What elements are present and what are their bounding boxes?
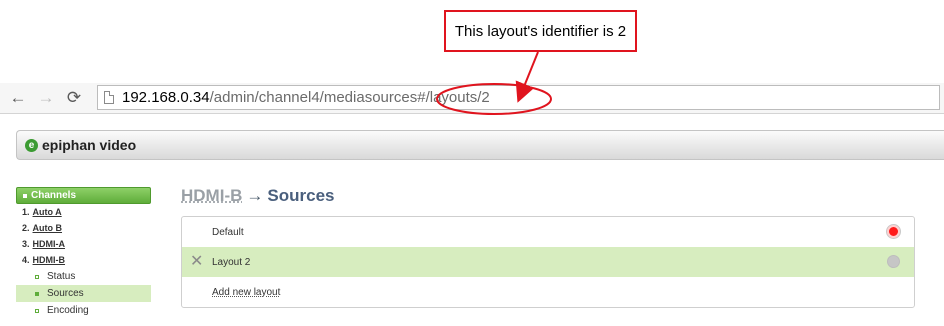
page-title: HDMI-B → Sources: [181, 186, 334, 206]
add-new-layout-link[interactable]: Add new layout: [212, 287, 280, 298]
breadcrumb-channel[interactable]: HDMI-B: [181, 186, 242, 205]
back-arrow-icon[interactable]: ←: [6, 86, 30, 110]
active-status-dot-icon[interactable]: [887, 225, 900, 238]
annotation-callout: This layout's identifier is 2: [444, 10, 637, 52]
layout-row-default[interactable]: Default: [182, 217, 914, 247]
sidebar: Channels 1. Auto A 2. Auto B 3. HDMI-A 4…: [16, 187, 151, 319]
sidebar-item-channel[interactable]: 3. HDMI-A: [16, 236, 151, 252]
url-path-start: /admin/channel4/mediasources#: [209, 89, 426, 106]
layout-label: Layout 2: [212, 256, 251, 268]
subitem-label: Encoding: [47, 305, 89, 316]
browser-toolbar: ← → ⟳ 192.168.0.34 /admin/channel4/media…: [0, 83, 944, 114]
channel-number: 2.: [22, 223, 30, 233]
page-content: e epiphan video Channels 1. Auto A 2. Au…: [0, 114, 944, 326]
sidebar-subitem-sources[interactable]: Sources: [16, 285, 151, 302]
channel-link[interactable]: Auto B: [33, 223, 63, 233]
address-bar[interactable]: 192.168.0.34 /admin/channel4/mediasource…: [97, 85, 940, 110]
sidebar-item-channel[interactable]: 1. Auto A: [16, 204, 151, 220]
subitem-label: Sources: [47, 288, 84, 299]
epiphan-logo-icon: e: [25, 138, 38, 152]
square-bullet-icon: [35, 308, 39, 313]
sidebar-item-channel[interactable]: 2. Auto B: [16, 220, 151, 236]
layout-label: Default: [212, 226, 244, 238]
channel-link[interactable]: HDMI-A: [33, 239, 66, 249]
sidebar-header-channels[interactable]: Channels: [16, 187, 151, 204]
delete-x-icon[interactable]: ✕: [190, 254, 203, 270]
bullet-icon: [23, 193, 27, 198]
square-bullet-icon: [35, 274, 39, 279]
layout-list: Default ✕ Layout 2 Add new layout: [181, 216, 915, 308]
channel-link[interactable]: Auto A: [33, 207, 62, 217]
channel-number: 3.: [22, 239, 30, 249]
channel-number: 1.: [22, 207, 30, 217]
breadcrumb-arrow: →: [246, 186, 264, 205]
channel-link[interactable]: HDMI-B: [33, 255, 66, 265]
add-layout-row: Add new layout: [182, 277, 914, 307]
sidebar-subitem-status[interactable]: Status: [16, 268, 151, 285]
sidebar-header-label: Channels: [31, 190, 77, 201]
page-icon: [104, 91, 114, 104]
layout-row-layout-2[interactable]: ✕ Layout 2: [182, 247, 914, 277]
channel-number: 4.: [22, 255, 30, 265]
sidebar-subitem-encoding[interactable]: Encoding: [16, 302, 151, 319]
url-path-end: /layouts/2: [425, 89, 490, 106]
subitem-label: Status: [47, 271, 76, 282]
sidebar-item-channel[interactable]: 4. HDMI-B: [16, 252, 151, 268]
inactive-status-dot-icon[interactable]: [887, 255, 900, 268]
brand-name: epiphan video: [42, 137, 137, 153]
square-bullet-icon: [35, 291, 39, 296]
section-title: Sources: [267, 186, 335, 205]
url-host: 192.168.0.34: [122, 89, 210, 106]
brand-bar: e epiphan video: [16, 130, 944, 160]
forward-arrow-icon[interactable]: →: [34, 86, 58, 110]
annotation-text: This layout's identifier is 2: [454, 22, 627, 40]
reload-icon[interactable]: ⟳: [62, 86, 86, 110]
